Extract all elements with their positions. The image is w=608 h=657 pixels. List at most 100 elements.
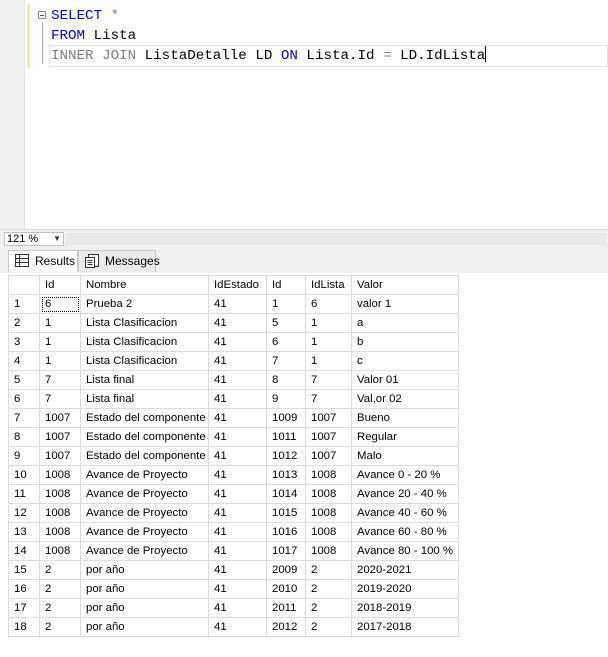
table-cell[interactable]: 41 — [208, 484, 267, 504]
table-cell[interactable]: 41 — [208, 617, 267, 637]
table-cell[interactable]: 2 — [39, 560, 81, 580]
results-grid[interactable]: Id Nombre IdEstado Id IdLista Valor 1 6 Pr… — [8, 275, 459, 637]
query-editor[interactable]: SELECT * FROM Lista INNER JOIN ListaDeta… — [0, 0, 608, 229]
column-header[interactable]: Valor — [351, 275, 459, 295]
table-cell[interactable]: 41 — [208, 579, 267, 599]
column-header[interactable]: IdEstado — [208, 275, 267, 295]
table-cell[interactable]: Estado del componente — [80, 427, 209, 447]
table-cell[interactable]: 1 — [39, 313, 81, 333]
table-cell[interactable]: por año — [80, 617, 209, 637]
table-cell[interactable]: 2 — [305, 598, 352, 618]
column-header[interactable]: IdLista — [305, 275, 352, 295]
tab-results[interactable]: Results — [8, 250, 78, 272]
table-cell[interactable]: 2010 — [266, 579, 306, 599]
table-cell[interactable]: Valor 01 — [351, 370, 459, 390]
table-cell[interactable]: 2 — [39, 579, 81, 599]
table-cell[interactable]: Val,or 02 — [351, 389, 459, 409]
table-row[interactable]: 7 1007 Estado del componente 41 1009 1007 Buen… — [8, 408, 459, 428]
table-cell[interactable]: 1014 — [266, 484, 306, 504]
table-cell[interactable]: 41 — [208, 389, 267, 409]
table-cell[interactable]: 1007 — [39, 446, 81, 466]
table-cell[interactable]: 1008 — [305, 503, 352, 523]
table-row[interactable]: 8 1007 Estado del componente 41 1011 1007 Regu… — [8, 427, 459, 447]
table-cell[interactable]: Prueba 2 — [80, 294, 209, 314]
table-cell[interactable]: 1008 — [39, 465, 81, 485]
table-cell[interactable]: 2018-2019 — [351, 598, 459, 618]
table-cell[interactable]: por año — [80, 560, 209, 580]
table-cell[interactable]: 1008 — [39, 503, 81, 523]
table-cell[interactable]: 7 — [305, 370, 352, 390]
table-cell[interactable]: por año — [80, 579, 209, 599]
table-cell[interactable]: 41 — [208, 313, 267, 333]
table-cell[interactable]: 2020-2021 — [351, 560, 459, 580]
table-row[interactable]: 10 1008 Avance de Proyecto 41 1013 1008 Avance… — [8, 465, 459, 485]
table-row[interactable]: 12 1008 Avance de Proyecto 41 1015 1008 Avance… — [8, 503, 459, 523]
table-cell[interactable]: Avance de Proyecto — [80, 503, 209, 523]
table-row[interactable]: 11 1008 Avance de Proyecto 41 1014 1008 Avance… — [8, 484, 459, 504]
table-cell[interactable]: 1 — [305, 351, 352, 371]
table-cell[interactable]: Lista Clasificacion — [80, 351, 209, 371]
collapse-icon[interactable] — [38, 11, 46, 19]
code-line-3[interactable]: INNER JOIN ListaDetalle LD ON Lista.Id =… — [51, 46, 487, 66]
table-cell[interactable]: 41 — [208, 408, 267, 428]
table-cell[interactable]: 1 — [39, 332, 81, 352]
table-cell[interactable]: 1012 — [266, 446, 306, 466]
table-cell[interactable]: 7 — [39, 389, 81, 409]
code-line-1[interactable]: SELECT * — [51, 6, 119, 26]
row-number[interactable]: 16 — [8, 579, 40, 599]
row-number[interactable]: 7 — [8, 408, 40, 428]
table-cell[interactable]: 41 — [208, 522, 267, 542]
table-cell[interactable]: 1015 — [266, 503, 306, 523]
table-cell[interactable]: 41 — [208, 465, 267, 485]
row-number[interactable]: 6 — [8, 389, 40, 409]
table-cell[interactable]: 2012 — [266, 617, 306, 637]
table-cell[interactable]: por año — [80, 598, 209, 618]
table-cell[interactable]: Estado del componente — [80, 408, 209, 428]
row-number[interactable]: 15 — [8, 560, 40, 580]
table-cell[interactable]: 41 — [208, 560, 267, 580]
table-cell[interactable]: 1008 — [305, 484, 352, 504]
table-row[interactable]: 5 7 Lista final 41 8 7 Valor 01 — [8, 370, 459, 390]
table-cell[interactable]: Lista final — [80, 389, 209, 409]
row-number[interactable]: 8 — [8, 427, 40, 447]
row-number[interactable]: 11 — [8, 484, 40, 504]
table-cell[interactable]: a — [351, 313, 459, 333]
table-row[interactable]: 14 1008 Avance de Proyecto 41 1017 1008 Avance… — [8, 541, 459, 561]
table-cell[interactable]: Avance de Proyecto — [80, 465, 209, 485]
tab-messages[interactable]: Messages — [78, 250, 160, 272]
table-cell[interactable]: 6 — [266, 332, 306, 352]
column-header[interactable]: Id — [39, 275, 81, 295]
table-cell[interactable]: 1007 — [305, 446, 352, 466]
table-row[interactable]: 4 1 Lista Clasificacion 41 7 1 c — [8, 351, 459, 371]
table-cell[interactable]: Avance 20 - 40 % — [351, 484, 459, 504]
table-cell[interactable]: 1008 — [39, 541, 81, 561]
table-cell[interactable]: Bueno — [351, 408, 459, 428]
table-cell[interactable]: 1008 — [305, 522, 352, 542]
table-cell[interactable]: 1007 — [39, 427, 81, 447]
table-cell[interactable]: 2009 — [266, 560, 306, 580]
row-number[interactable]: 18 — [8, 617, 40, 637]
table-cell[interactable]: Lista final — [80, 370, 209, 390]
table-row[interactable]: 15 2 por año 41 2009 2 2020-2021 — [8, 560, 459, 580]
table-cell[interactable]: 41 — [208, 446, 267, 466]
row-number[interactable]: 5 — [8, 370, 40, 390]
column-header[interactable]: Id — [266, 275, 306, 295]
table-row[interactable]: 3 1 Lista Clasificacion 41 6 1 b — [8, 332, 459, 352]
table-cell[interactable]: 1 — [266, 294, 306, 314]
table-cell[interactable]: 41 — [208, 598, 267, 618]
horizontal-scrollbar[interactable] — [66, 233, 606, 245]
chevron-down-icon[interactable]: ▼ — [53, 233, 61, 245]
zoom-dropdown[interactable]: 121 % ▼ — [4, 232, 64, 246]
table-cell[interactable]: 1 — [305, 332, 352, 352]
table-cell[interactable]: 2 — [39, 617, 81, 637]
table-cell[interactable]: 1011 — [266, 427, 306, 447]
table-cell[interactable]: 2 — [305, 560, 352, 580]
table-cell[interactable]: 8 — [266, 370, 306, 390]
table-cell[interactable]: 41 — [208, 294, 267, 314]
row-number[interactable]: 17 — [8, 598, 40, 618]
table-cell[interactable]: 1007 — [305, 408, 352, 428]
table-row[interactable]: 1 6 Prueba 2 41 1 6 valor 1 — [8, 294, 459, 314]
table-cell[interactable]: 41 — [208, 427, 267, 447]
table-cell[interactable]: 2019-2020 — [351, 579, 459, 599]
table-cell[interactable]: 6 — [39, 294, 81, 314]
